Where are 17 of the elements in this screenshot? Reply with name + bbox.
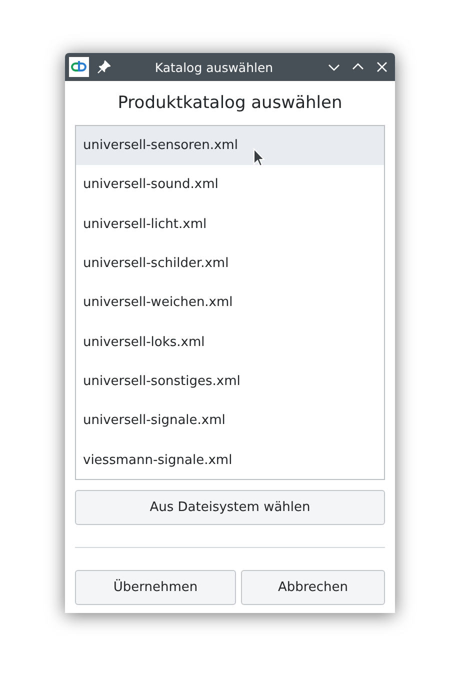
list-item[interactable]: universell-sonstiges.xml (76, 362, 384, 402)
cancel-button[interactable]: Abbrechen (241, 570, 385, 605)
list-item[interactable]: universell-schilder.xml (76, 244, 384, 284)
list-item[interactable]: universell-signale.xml (76, 401, 384, 440)
window-title: Katalog auswählen (154, 60, 274, 74)
list-item[interactable]: universell-licht.xml (76, 204, 384, 244)
file-system-button[interactable]: Aus Dateisystem wählen (75, 490, 385, 525)
dialog-heading: Produktkatalog auswählen (116, 93, 344, 113)
list-item[interactable]: universell-sensoren.xml (76, 126, 384, 166)
list-item[interactable]: viessmann-signale.xml (76, 440, 384, 480)
list-item[interactable]: universell-sound.xml (76, 165, 384, 205)
list-item[interactable]: universell-weichen.xml (76, 283, 384, 322)
apply-button[interactable]: Übernehmen (75, 570, 236, 605)
list-item[interactable]: universell-loks.xml (76, 322, 384, 362)
app-logo-icon (69, 57, 89, 77)
pin-icon[interactable] (95, 58, 113, 76)
mouse-cursor-icon (253, 148, 265, 168)
